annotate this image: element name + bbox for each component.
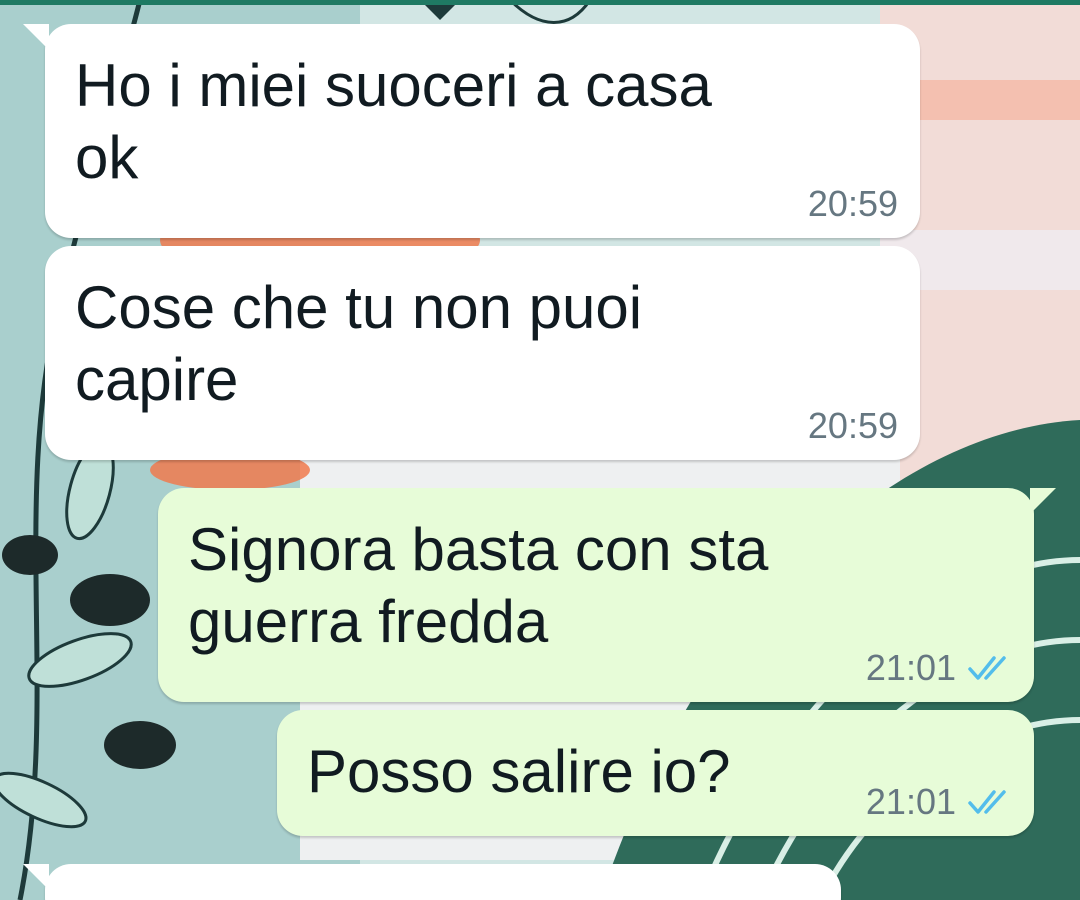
message-time: 20:59 — [807, 183, 898, 224]
message-meta: 20:59 — [808, 406, 898, 446]
message-meta: 20:59 — [808, 184, 898, 224]
incoming-message-bubble-partial[interactable] — [23, 864, 841, 900]
message-time: 21:01 — [865, 647, 956, 688]
message-time: 20:59 — [807, 405, 898, 446]
double-check-icon — [968, 656, 1006, 680]
header-strip — [0, 0, 1080, 5]
message-text: Ho i miei suoceri a casa ok — [75, 52, 712, 191]
message-meta: 21:01 — [866, 648, 1012, 688]
message-text: Signora basta con sta guerra fredda — [188, 516, 769, 655]
message-text: Posso salire io? — [307, 738, 731, 805]
outgoing-message-bubble[interactable]: Posso salire io? 21:01 — [277, 710, 1034, 836]
double-check-icon — [968, 790, 1006, 814]
bubble-tail — [1030, 488, 1056, 514]
incoming-message-bubble[interactable]: Cose che tu non puoi capire 20:59 — [45, 246, 920, 460]
message-time: 21:01 — [865, 781, 956, 822]
bubble-tail — [23, 24, 49, 50]
incoming-message-bubble[interactable]: Ho i miei suoceri a casa ok 20:59 — [23, 24, 920, 238]
outgoing-message-bubble[interactable]: Signora basta con sta guerra fredda 21:0… — [158, 488, 1056, 702]
message-text: Cose che tu non puoi capire — [75, 274, 643, 413]
message-meta: 21:01 — [866, 782, 1012, 822]
bubble-tail — [23, 864, 49, 890]
